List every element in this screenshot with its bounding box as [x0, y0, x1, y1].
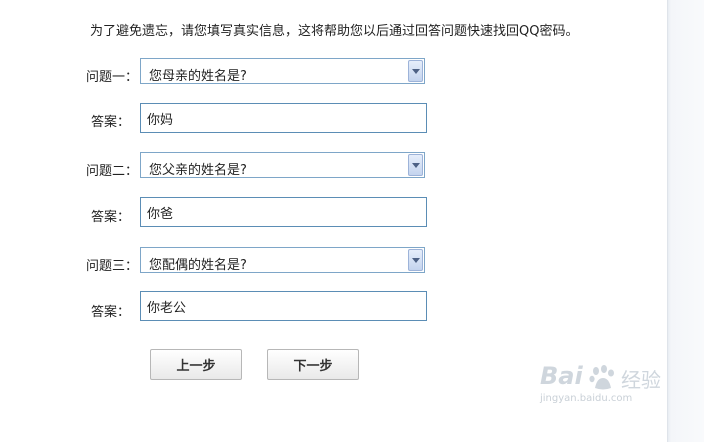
watermark-brand-left: Bai	[540, 362, 583, 390]
baidu-jingyan-watermark: Bai du 经验 jingyan.baidu.com	[540, 362, 665, 412]
answer-2-input[interactable]	[140, 197, 427, 227]
question-1-label: 问题一：	[85, 70, 138, 85]
right-panel-strip	[667, 0, 704, 442]
answer-1-label: 答案：	[90, 115, 130, 130]
dropdown-arrow-icon[interactable]	[408, 249, 423, 271]
question-1-select[interactable]: 您母亲的姓名是?	[140, 58, 425, 84]
question-3-label: 问题三：	[85, 259, 138, 274]
next-step-button[interactable]: 下一步	[267, 349, 359, 380]
question-2-selected: 您父亲的姓名是?	[149, 163, 247, 178]
dropdown-arrow-icon[interactable]	[408, 154, 423, 176]
answer-1-input[interactable]	[140, 103, 427, 133]
paw-icon	[589, 365, 614, 390]
question-3-selected: 您配偶的姓名是?	[149, 258, 247, 273]
watermark-url: jingyan.baidu.com	[540, 393, 633, 404]
prev-step-button[interactable]: 上一步	[150, 349, 242, 380]
answer-2-label: 答案：	[90, 210, 130, 225]
dropdown-arrow-icon[interactable]	[408, 60, 423, 82]
intro-text: 为了避免遗忘，请您填写真实信息，这将帮助您以后通过回答问题快速找回QQ密码。	[90, 24, 579, 39]
answer-3-label: 答案：	[90, 305, 130, 320]
question-2-select[interactable]: 您父亲的姓名是?	[140, 152, 425, 178]
watermark-brand-cn: 经验	[621, 368, 661, 392]
question-2-label: 问题二：	[85, 164, 138, 179]
answer-3-input[interactable]	[140, 291, 427, 321]
question-1-selected: 您母亲的姓名是?	[149, 69, 247, 84]
question-3-select[interactable]: 您配偶的姓名是?	[140, 247, 425, 273]
